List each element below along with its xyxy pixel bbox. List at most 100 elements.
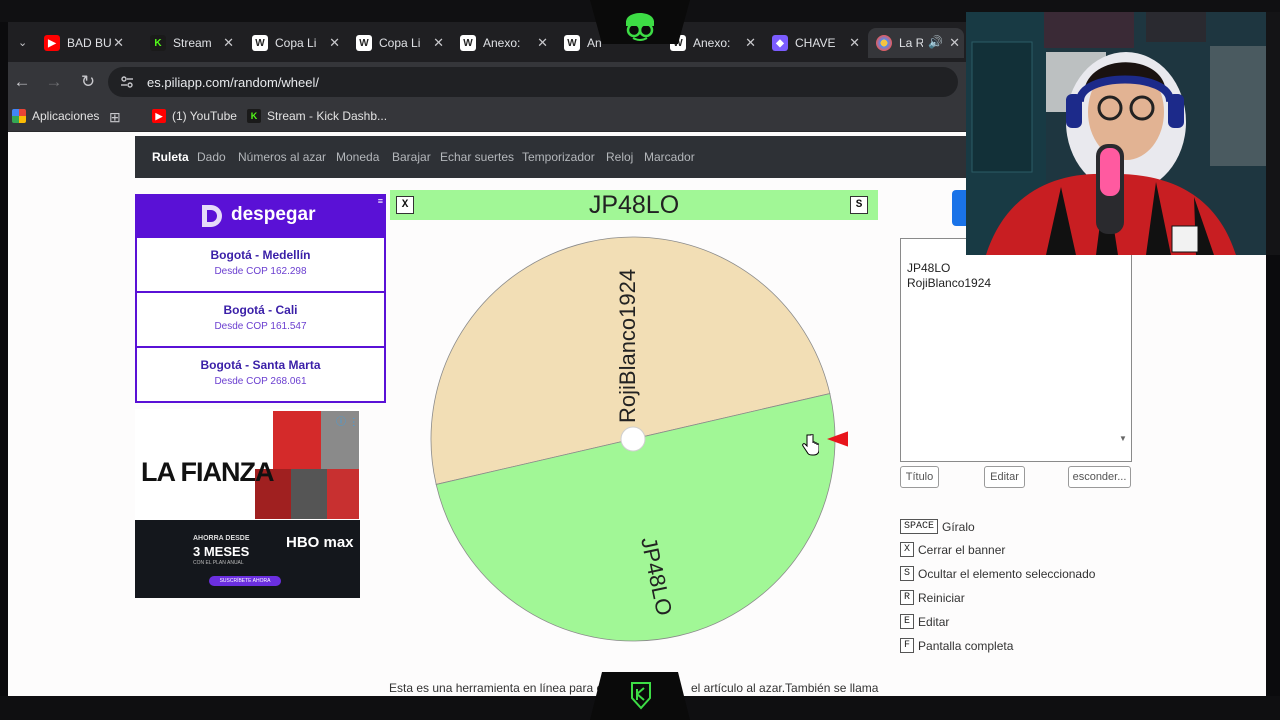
- browser-toolbar: ← → ↻ es.piliapp.com/random/wheel/: [8, 62, 966, 102]
- kick-icon: K: [247, 109, 261, 123]
- ad-route-card[interactable]: Bogotá - Medellín Desde COP 162.298: [135, 238, 386, 293]
- hide-button[interactable]: esconder...: [1068, 466, 1131, 488]
- tab-8-active[interactable]: La R 🔊 ✕: [868, 28, 964, 58]
- hide-selected-button[interactable]: S: [850, 196, 868, 214]
- key-badge: F: [900, 638, 915, 653]
- tab-close-icon[interactable]: ✕: [745, 35, 756, 51]
- speaker-icon[interactable]: 🔊: [928, 35, 943, 49]
- streamer-avatar-logo-icon: [626, 13, 654, 41]
- tab-4[interactable]: W Anexo: ✕: [460, 28, 552, 58]
- ad-route: Bogotá - Medellín: [210, 248, 311, 262]
- kick-icon: K: [150, 35, 166, 51]
- tab-7[interactable]: ◆ CHAVE ✕: [772, 28, 864, 58]
- hbo-max-logo: HBO max: [286, 534, 354, 551]
- stream-frame-right-top: [1266, 12, 1280, 255]
- ad-price: Desde COP 161.547: [214, 321, 307, 332]
- tab-label: Copa Li: [275, 36, 317, 50]
- tab-groups-icon[interactable]: ⊞: [109, 109, 121, 126]
- site-info-icon[interactable]: [120, 75, 134, 89]
- despegar-logo-icon: [202, 205, 222, 227]
- tab-6[interactable]: W Anexo: ✕: [670, 28, 760, 58]
- site-navbar: Ruleta Dado Números al azar Moneda Baraj…: [135, 136, 983, 178]
- tab-label: An: [587, 36, 602, 50]
- title-button[interactable]: Título: [900, 466, 939, 488]
- shortcut-spin: SPACE Gíralo: [900, 519, 975, 534]
- wikipedia-icon: W: [460, 35, 476, 51]
- tab-1[interactable]: K Stream ✕: [150, 28, 238, 58]
- ad-offer-months: 3 MESES: [193, 544, 250, 559]
- wikipedia-icon: W: [252, 35, 268, 51]
- ad-despegar-header[interactable]: despegar ≡: [135, 194, 386, 238]
- edit-button[interactable]: Editar: [984, 466, 1025, 488]
- wikipedia-icon: W: [356, 35, 372, 51]
- shortcut-label: Reiniciar: [918, 590, 965, 605]
- tab-label: Anexo:: [693, 36, 731, 50]
- key-badge: E: [900, 614, 915, 629]
- tab-close-icon[interactable]: ✕: [537, 35, 548, 51]
- tab-search-chevron-icon[interactable]: ⌄: [18, 36, 27, 49]
- tab-close-icon[interactable]: ✕: [223, 35, 234, 51]
- description-text-continued: el artículo al azar.También se llama: [691, 681, 879, 695]
- ad-route-card[interactable]: Bogotá - Santa Marta Desde COP 268.061: [135, 348, 386, 403]
- shortcut-label: Editar: [918, 614, 950, 629]
- nav-moneda[interactable]: Moneda: [336, 150, 379, 164]
- nav-echar-suertes[interactable]: Echar suertes: [440, 150, 514, 164]
- bookmark-label: Stream - Kick Dashb...: [267, 109, 388, 123]
- stream-screen: ⌄ ▶ BAD BU ✕ K Stream ✕ W Copa Li ✕ W Co…: [0, 0, 1280, 720]
- key-badge: SPACE: [900, 519, 939, 534]
- ad-brand: despegar: [231, 204, 316, 225]
- youtube-icon: ▶: [152, 109, 166, 123]
- nav-reloj[interactable]: Reloj: [606, 150, 633, 164]
- tab-label: La R: [899, 36, 923, 50]
- kick-shield-icon: [631, 682, 651, 710]
- close-banner-button[interactable]: X: [396, 196, 414, 214]
- bookmark-kick[interactable]: K Stream - Kick Dashb...: [247, 109, 387, 123]
- tab-3[interactable]: W Copa Li ✕: [356, 28, 448, 58]
- ad-hbo-max[interactable]: ⓘ ⋮ LA FIANZA AHORRA DESDE 3 MESES CON E…: [135, 409, 360, 598]
- youtube-icon: ▶: [44, 35, 60, 51]
- entries-textarea[interactable]: JP48LO RojiBlanco1924: [900, 238, 1132, 462]
- ad-price: Desde COP 162.298: [214, 266, 307, 277]
- nav-barajar[interactable]: Barajar: [392, 150, 431, 164]
- forward-arrow-icon[interactable]: →: [42, 70, 66, 94]
- app-icon: ◆: [772, 35, 788, 51]
- address-bar[interactable]: es.piliapp.com/random/wheel/: [108, 67, 958, 97]
- nav-marcador[interactable]: Marcador: [644, 150, 695, 164]
- reload-icon[interactable]: ↻: [76, 70, 100, 94]
- ad-route-card[interactable]: Bogotá - Cali Desde COP 161.547: [135, 293, 386, 348]
- tab-label: Stream: [173, 36, 212, 50]
- tab-0[interactable]: ▶ BAD BU ✕: [44, 28, 128, 58]
- ad-title: LA FIANZA: [141, 457, 274, 487]
- nav-numeros[interactable]: Números al azar: [238, 150, 326, 164]
- nav-dado[interactable]: Dado: [197, 150, 226, 164]
- tab-close-icon[interactable]: ✕: [949, 35, 960, 51]
- tab-2[interactable]: W Copa Li ✕: [252, 28, 344, 58]
- shortcut-edit: E Editar: [900, 614, 949, 629]
- bookmark-apps[interactable]: Aplicaciones: [12, 109, 99, 123]
- ad-info-icon[interactable]: ⓘ ⋮: [336, 413, 359, 428]
- wheel-segment-label: RojiBlanco1924: [615, 269, 640, 423]
- ad-menu-icon[interactable]: ≡: [378, 196, 383, 206]
- wheel-hub[interactable]: [620, 426, 646, 452]
- bookmark-label: (1) YouTube: [172, 109, 237, 123]
- shortcut-reset: R Reiniciar: [900, 590, 965, 605]
- tab-close-icon[interactable]: ✕: [113, 35, 124, 51]
- tab-close-icon[interactable]: ✕: [329, 35, 340, 51]
- tab-label: BAD BU: [67, 36, 112, 50]
- back-arrow-icon[interactable]: ←: [10, 70, 34, 94]
- shortcut-label: Cerrar el banner: [918, 542, 1006, 557]
- bookmark-youtube[interactable]: ▶ (1) YouTube: [152, 109, 237, 123]
- ad-offer-line: AHORRA DESDE: [193, 535, 250, 542]
- ad-subscribe-button[interactable]: SUSCRÍBETE AHORA: [209, 576, 281, 586]
- spin-wheel[interactable]: RojiBlanco1924JP48LO: [428, 233, 848, 653]
- ad-route: Bogotá - Cali: [223, 303, 298, 317]
- tab-close-icon[interactable]: ✕: [849, 35, 860, 51]
- nav-ruleta[interactable]: Ruleta: [152, 150, 189, 164]
- ad-price: Desde COP 268.061: [214, 376, 307, 387]
- scroll-down-arrow-icon[interactable]: ▼: [1119, 434, 1127, 443]
- tab-close-icon[interactable]: ✕: [433, 35, 444, 51]
- shortcut-fullscreen: F Pantalla completa: [900, 638, 1013, 653]
- wheel-result-banner: JP48LO X S: [390, 190, 878, 220]
- bookmarks-bar: Aplicaciones ⊞ ▶ (1) YouTube K Stream - …: [8, 102, 966, 132]
- nav-temporizador[interactable]: Temporizador: [522, 150, 595, 164]
